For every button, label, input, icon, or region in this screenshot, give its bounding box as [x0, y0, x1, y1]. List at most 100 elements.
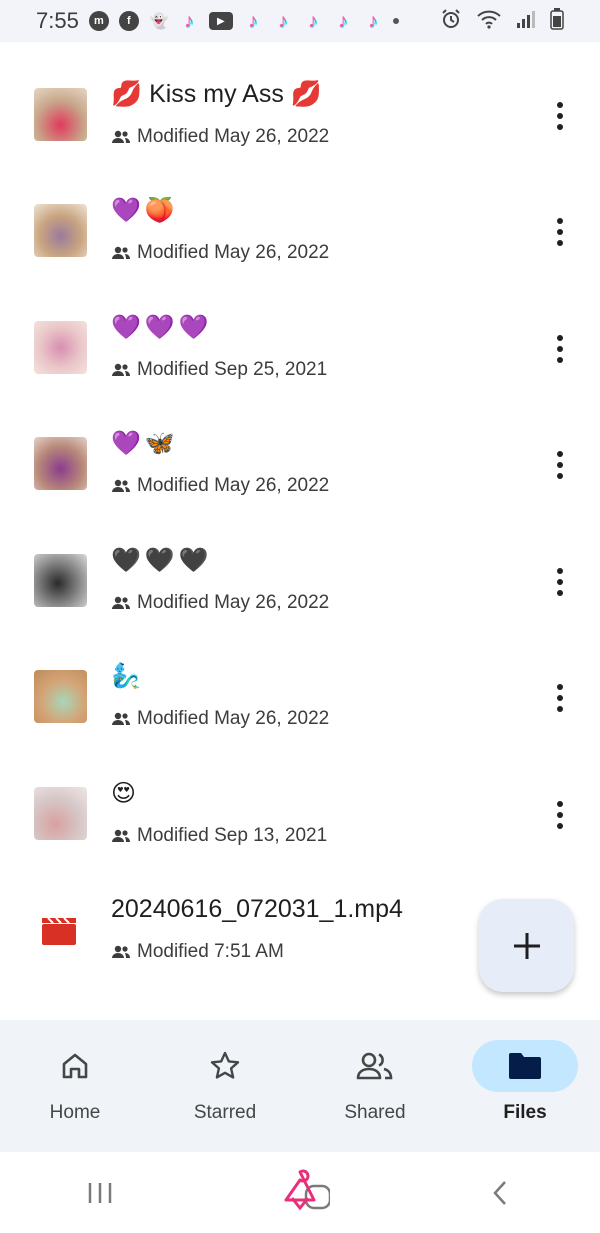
file-thumbnail [34, 554, 87, 607]
file-row[interactable]: 💜💜💜 Modified Sep 25, 2021 [0, 275, 600, 391]
modified-date: Modified May 26, 2022 [137, 475, 330, 496]
file-meta: Modified May 26, 2022 [111, 242, 329, 264]
shared-people-icon [112, 712, 130, 725]
plus-icon [513, 932, 540, 959]
nav-shared-pill [322, 1040, 428, 1092]
file-meta: Modified Sep 13, 2021 [111, 825, 327, 847]
more-vert-icon [557, 684, 563, 712]
shared-people-icon [112, 479, 130, 492]
more-vert-icon [557, 451, 563, 479]
folder-icon [509, 1053, 541, 1079]
home-button-icon [284, 1169, 330, 1210]
tiktok-icon: ♪ [367, 9, 378, 32]
star-icon [210, 1051, 240, 1079]
modified-date: Modified May 26, 2022 [137, 126, 330, 147]
home-button[interactable] [270, 1168, 330, 1218]
more-options-button[interactable] [540, 445, 580, 485]
facebook-icon: f [118, 11, 139, 31]
nav-home-pill [22, 1040, 128, 1092]
file-meta: Modified May 26, 2022 [111, 126, 329, 148]
file-row[interactable]: 🖤🖤🖤 Modified May 26, 2022 [0, 508, 600, 624]
nav-home[interactable]: Home [0, 1020, 150, 1152]
file-row[interactable]: 💜🍑 Modified May 26, 2022 [0, 158, 600, 274]
status-bar: 7:55 m f 👻 ♪ ▶ ♪ ♪ ♪ ♪ ♪ [0, 0, 600, 42]
notification-icons: m f 👻 ♪ ▶ ♪ ♪ ♪ ♪ ♪ [88, 9, 440, 32]
status-time: 7:55 [36, 8, 79, 33]
shared-people-icon [112, 829, 130, 842]
more-vert-icon [557, 801, 563, 829]
more-vert-icon [557, 568, 563, 596]
more-options-button[interactable] [540, 96, 580, 136]
file-row[interactable]: 💋 Kiss my Ass 💋 Modified May 26, 2022 [0, 42, 600, 158]
snapchat-icon: 👻 [149, 13, 169, 30]
system-navigation-bar [0, 1152, 600, 1233]
file-thumbnail [34, 204, 87, 257]
recents-button[interactable] [70, 1168, 130, 1218]
more-vert-icon [557, 218, 563, 246]
shared-people-icon [112, 363, 130, 376]
more-options-button[interactable] [540, 212, 580, 252]
recents-icon [88, 1182, 112, 1203]
file-meta: Modified May 26, 2022 [111, 592, 329, 614]
file-meta: Modified Sep 25, 2021 [111, 359, 327, 381]
file-meta: Modified May 26, 2022 [111, 475, 329, 497]
file-title: 🖤🖤🖤 [111, 547, 213, 574]
nav-starred[interactable]: Starred [150, 1020, 300, 1152]
back-button[interactable] [470, 1168, 530, 1218]
alarm-icon [440, 8, 462, 35]
more-options-button[interactable] [540, 329, 580, 369]
modified-date: Modified May 26, 2022 [137, 242, 330, 263]
file-meta: Modified May 26, 2022 [111, 708, 329, 730]
file-thumbnail [34, 88, 87, 141]
dot-icon [392, 18, 399, 24]
tiktok-icon: ♪ [337, 9, 348, 32]
file-thumbnail [34, 787, 87, 840]
shared-people-icon [112, 130, 130, 143]
modified-date: Modified Sep 13, 2021 [137, 825, 328, 846]
nav-shared[interactable]: Shared [300, 1020, 450, 1152]
nav-files[interactable]: Files [450, 1020, 600, 1152]
more-options-button[interactable] [540, 795, 580, 835]
nav-files-pill [472, 1040, 578, 1092]
video-file-icon [42, 917, 76, 945]
wifi-icon [476, 8, 502, 35]
system-status-icons [440, 7, 564, 35]
battery-icon [550, 7, 564, 35]
file-title: 😍 [111, 780, 141, 807]
new-button[interactable] [479, 899, 574, 992]
youtube-icon: ▶ [208, 12, 233, 30]
file-thumbnail [34, 321, 87, 374]
back-icon [493, 1180, 506, 1205]
nav-files-label: Files [503, 1102, 547, 1123]
messenger-icon: m [88, 11, 109, 31]
file-title: 💜🍑 [111, 197, 179, 224]
file-title: 🧞‍♂️ [111, 663, 145, 690]
people-icon [356, 1052, 393, 1080]
shared-people-icon [112, 945, 130, 958]
file-row[interactable]: 🧞‍♂️ Modified May 26, 2022 [0, 624, 600, 740]
tiktok-icon: ♪ [247, 9, 258, 32]
modified-date: Modified Sep 25, 2021 [137, 359, 328, 380]
file-row[interactable]: 😍 Modified Sep 13, 2021 [0, 741, 600, 857]
nav-shared-label: Shared [344, 1102, 406, 1123]
modified-date: Modified May 26, 2022 [137, 592, 330, 613]
more-options-button[interactable] [540, 678, 580, 718]
more-vert-icon [557, 335, 563, 363]
file-title: 20240616_072031_1.mp4 [111, 895, 403, 923]
file-thumbnail [34, 437, 87, 490]
file-title: 💜💜💜 [111, 314, 213, 341]
file-title: 💋 Kiss my Ass 💋 [111, 80, 322, 108]
tiktok-icon: ♪ [307, 9, 318, 32]
file-meta: Modified 7:51 AM [111, 941, 284, 963]
signal-icon [516, 9, 536, 34]
more-options-button[interactable] [540, 562, 580, 602]
file-title: 💜🦋 [111, 430, 179, 457]
shared-people-icon [112, 596, 130, 609]
file-row[interactable]: 💜🦋 Modified May 26, 2022 [0, 391, 600, 507]
more-vert-icon [557, 102, 563, 130]
nav-home-label: Home [49, 1102, 101, 1123]
file-thumbnail [40, 915, 78, 947]
modified-date: Modified May 26, 2022 [137, 708, 330, 729]
nav-starred-label: Starred [193, 1102, 257, 1123]
file-thumbnail [34, 670, 87, 723]
